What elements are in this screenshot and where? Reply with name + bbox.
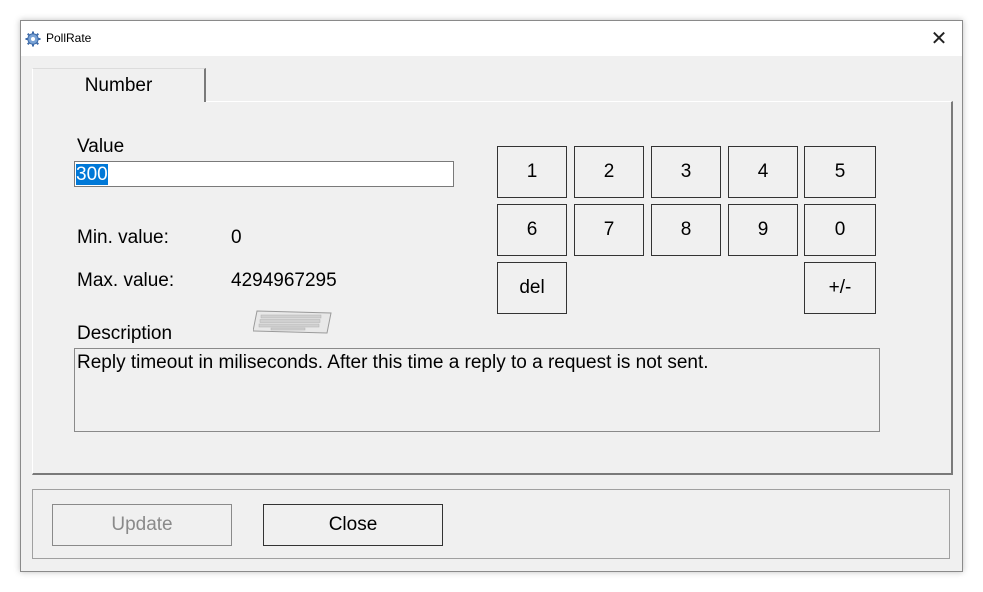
key-plus-minus[interactable]: +/- bbox=[804, 262, 876, 314]
key-6[interactable]: 6 bbox=[497, 204, 567, 256]
update-button[interactable]: Update bbox=[52, 504, 232, 546]
key-3[interactable]: 3 bbox=[651, 146, 721, 198]
key-del[interactable]: del bbox=[497, 262, 567, 314]
close-window-button[interactable]: ✕ bbox=[916, 21, 962, 56]
description-label: Description bbox=[77, 323, 173, 344]
key-8[interactable]: 8 bbox=[651, 204, 721, 256]
key-5[interactable]: 5 bbox=[804, 146, 876, 198]
key-9[interactable]: 9 bbox=[728, 204, 798, 256]
title-bar: PollRate ✕ bbox=[21, 21, 962, 56]
close-button[interactable]: Close bbox=[263, 504, 443, 546]
button-panel: Update Close bbox=[32, 489, 950, 559]
key-2[interactable]: 2 bbox=[574, 146, 644, 198]
description-text: Reply timeout in miliseconds. After this… bbox=[77, 352, 709, 373]
key-7[interactable]: 7 bbox=[574, 204, 644, 256]
value-input-text: 300 bbox=[76, 164, 108, 185]
key-0[interactable]: 0 bbox=[804, 204, 876, 256]
value-label: Value bbox=[77, 136, 125, 157]
number-tab-panel: Value 300 Min. value: 0 Max. value: 4294… bbox=[32, 101, 953, 475]
key-4[interactable]: 4 bbox=[728, 146, 798, 198]
min-value-label: Min. value: bbox=[77, 227, 169, 248]
tab-number[interactable]: Number bbox=[32, 68, 206, 102]
pollrate-window: PollRate ✕ Number Value 300 Min. value: … bbox=[20, 20, 963, 572]
window-title: PollRate bbox=[46, 31, 92, 45]
value-input[interactable]: 300 bbox=[74, 161, 454, 187]
gear-icon bbox=[25, 31, 41, 47]
tab-number-label: Number bbox=[84, 74, 153, 96]
keyboard-icon[interactable] bbox=[253, 307, 333, 335]
max-value: 4294967295 bbox=[231, 270, 337, 291]
min-value: 0 bbox=[231, 227, 242, 248]
key-1[interactable]: 1 bbox=[497, 146, 567, 198]
max-value-label: Max. value: bbox=[77, 270, 175, 291]
close-icon: ✕ bbox=[930, 28, 948, 50]
description-box: Reply timeout in miliseconds. After this… bbox=[74, 348, 880, 432]
